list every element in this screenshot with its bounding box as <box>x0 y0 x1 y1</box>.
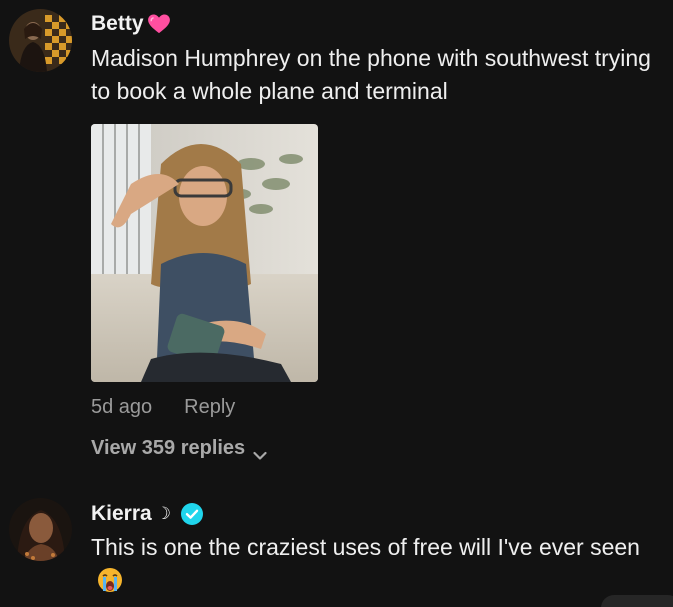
crying-face-icon <box>97 567 123 593</box>
verified-badge-icon <box>180 503 203 525</box>
comment-text: This is one the craziest uses of free wi… <box>91 531 666 597</box>
username[interactable]: Kierra ☽ <box>91 502 203 526</box>
crescent-moon-symbol: ☽ <box>155 504 171 523</box>
avatar[interactable] <box>9 9 72 72</box>
username-text: Betty <box>91 12 144 35</box>
chevron-down-icon <box>253 444 267 460</box>
comment-text: Madison Humphrey on the phone with south… <box>91 45 651 104</box>
username-text: Kierra <box>91 502 152 525</box>
view-replies-label: View 359 replies <box>91 437 246 459</box>
floating-action-button[interactable] <box>601 595 673 607</box>
comment-image[interactable] <box>91 124 318 382</box>
reply-button[interactable]: Reply <box>184 396 235 419</box>
pink-heart-icon <box>147 14 170 34</box>
avatar[interactable] <box>9 498 72 561</box>
view-replies-button[interactable]: View 359 replies <box>91 437 267 460</box>
username[interactable]: Betty <box>91 12 170 36</box>
comment-text-content: This is one the craziest uses of free wi… <box>91 534 640 560</box>
comment-meta: 5d ago Reply <box>91 396 235 419</box>
comment-time: 5d ago <box>91 396 153 418</box>
